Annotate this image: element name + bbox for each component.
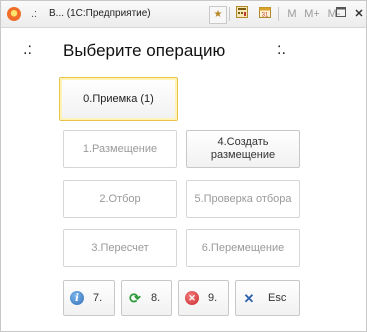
create-placement-button[interactable]: 4.Создать размещение	[186, 130, 300, 168]
refresh-button-label: 8.	[151, 291, 161, 304]
memory-add-button[interactable]: M+	[301, 6, 323, 22]
page-title: Выберите операцию	[63, 41, 226, 60]
maximize-icon[interactable]	[335, 6, 347, 22]
escape-button[interactable]: ✕ Esc	[235, 280, 300, 316]
refresh-button[interactable]: ⟳ 8.	[121, 280, 172, 316]
info-button-label: 7.	[93, 291, 103, 304]
close-icon[interactable]: ✕	[351, 6, 367, 22]
title-bar: .: В... (1С:Предприятие) ★ 31 M M+ M- ✕	[1, 1, 366, 28]
window-title: В... (1С:Предприятие)	[49, 8, 151, 19]
placement-button[interactable]: 1.Размещение	[63, 130, 177, 168]
close-x-icon: ✕	[243, 290, 255, 306]
favorites-icon[interactable]: ★	[209, 6, 227, 24]
transfer-button[interactable]: 6.Перемещение	[186, 229, 300, 267]
title-dots: .:	[31, 8, 38, 20]
info-icon: i	[70, 291, 84, 305]
refresh-icon: ⟳	[129, 289, 141, 306]
memory-recall-button[interactable]: M	[284, 6, 300, 22]
picking-check-button[interactable]: 5.Проверка отбора	[186, 180, 300, 218]
calculator-icon[interactable]	[234, 6, 250, 22]
stop-button[interactable]: ✕ 9.	[178, 280, 229, 316]
stop-button-label: 9.	[208, 291, 218, 304]
separator	[229, 7, 230, 21]
recount-button[interactable]: 3.Пересчет	[63, 229, 177, 267]
separator	[278, 7, 279, 21]
svg-text:31: 31	[262, 13, 269, 19]
info-button[interactable]: i 7.	[63, 280, 115, 316]
receiving-button[interactable]: 0.Приемка (1)	[59, 77, 178, 121]
header-right-marker: :.	[277, 41, 286, 58]
stop-icon: ✕	[185, 291, 199, 305]
form-header: .: Выберите операцию :.	[1, 41, 366, 65]
picking-button[interactable]: 2.Отбор	[63, 180, 177, 218]
app-logo-icon[interactable]	[7, 7, 21, 21]
calendar-icon[interactable]: 31	[257, 6, 273, 22]
header-left-marker: .:	[23, 41, 32, 58]
app-window: .: В... (1С:Предприятие) ★ 31 M M+ M- ✕ …	[0, 0, 367, 332]
escape-button-label: Esc	[268, 291, 287, 304]
